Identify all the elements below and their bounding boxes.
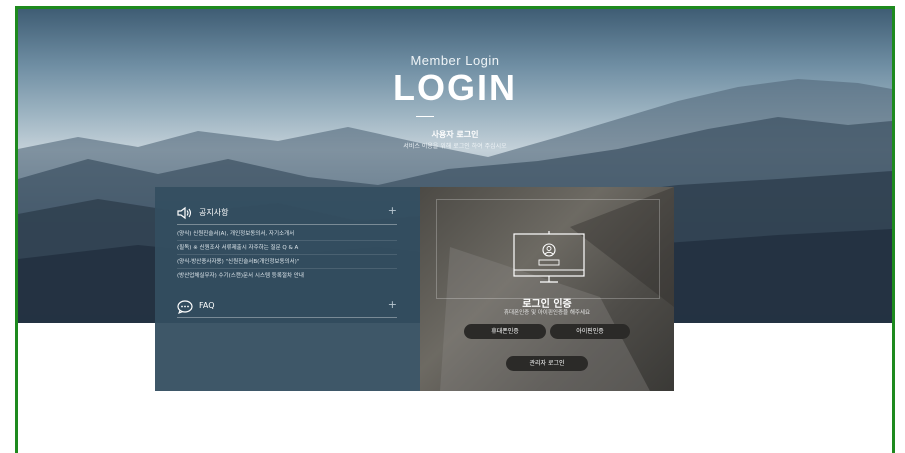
ipin-auth-button[interactable]: 아이핀인증 <box>550 324 630 339</box>
notice-divider <box>177 224 397 225</box>
notice-item[interactable]: (양식) 신원진술서(A), 개인정보동의서, 자기소개서 <box>177 229 397 237</box>
notice-item[interactable]: (양식-방산종사자용) "신원진술서B(개인정보동의서)" <box>177 257 397 265</box>
login-instruction: 서비스 이용을 위해 로그인 하여 주십시오 <box>403 143 507 150</box>
auth-icon-frame <box>436 199 660 299</box>
notice-title: 공지사항 <box>199 208 229 217</box>
page-frame: Member Login LOGIN 사용자 로그인 서비스 이용을 위해 로그… <box>15 6 895 453</box>
title-divider <box>416 116 434 117</box>
auth-subtitle: 휴대폰인증 및 아이핀인증을 해주세요 <box>503 310 591 316</box>
notice-separator <box>177 268 397 269</box>
user-login-heading: 사용자 로그인 <box>431 130 479 139</box>
notice-expand-button[interactable]: + <box>388 204 397 217</box>
notice-separator <box>177 254 397 255</box>
phone-auth-button[interactable]: 휴대폰인증 <box>464 324 546 339</box>
notice-item[interactable]: (방산업체실무자) 수기(스캔)문서 시스템 등록절차 안내 <box>177 271 397 279</box>
monitor-user-icon <box>513 231 585 283</box>
faq-title: FAQ <box>199 301 215 310</box>
member-login-label: Member Login <box>410 53 500 68</box>
notice-panel: 공지사항 + (양식) 신원진술서(A), 개인정보동의서, 자기소개서 (필독… <box>155 187 420 391</box>
faq-divider <box>177 317 397 318</box>
chat-bubble-icon <box>177 299 195 314</box>
admin-login-button[interactable]: 관리자 로그인 <box>506 356 588 371</box>
auth-panel: 로그인 인증 휴대폰인증 및 아이핀인증을 해주세요 휴대폰인증 아이핀인증 관… <box>420 187 674 391</box>
faq-expand-button[interactable]: + <box>388 298 397 311</box>
page-title: LOGIN <box>393 67 517 108</box>
notice-section-header[interactable]: 공지사항 + <box>177 204 397 220</box>
faq-section-header[interactable]: FAQ + <box>177 298 397 314</box>
notice-separator <box>177 240 397 241</box>
speaker-icon <box>177 205 195 220</box>
notice-item[interactable]: (필독) ※ 신원조사 서류제출시 자주하는 질문 Q & A <box>177 243 397 251</box>
